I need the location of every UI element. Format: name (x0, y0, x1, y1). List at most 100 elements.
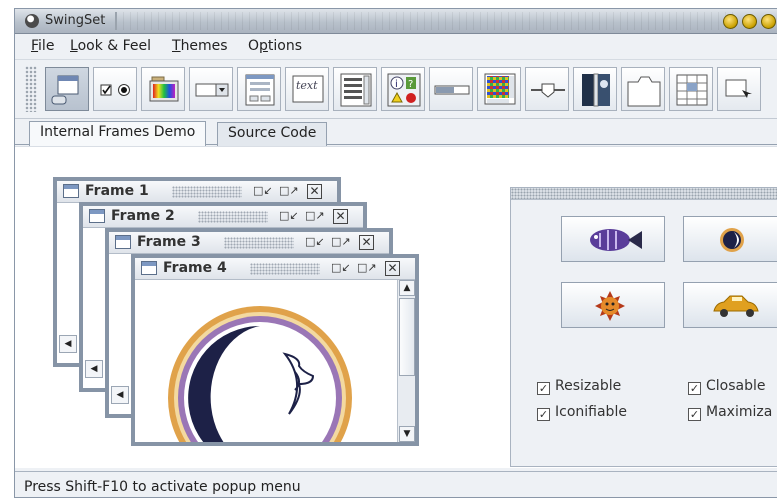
frame-icon (141, 261, 157, 275)
frame-2-title-bar[interactable]: Frame 2 □↙ □↗ ✕ (83, 206, 363, 228)
list-icon (340, 73, 372, 107)
title-bar-grip (115, 12, 735, 30)
internal-frames-desktop: Frame 1 □↙ □↗ ✕ ◀ Frame 2 □↙ □↗ ✕ ◀ Fram… (15, 146, 777, 468)
scroll-left-icon[interactable]: ◀ (59, 335, 77, 353)
closable-checkbox[interactable]: ✓ Closable (688, 378, 766, 395)
frame-4-title-bar[interactable]: Frame 4 □↙ □↗ ✕ (135, 258, 415, 280)
maximize-frame-icon[interactable]: □↗ (331, 235, 351, 250)
resizable-check-icon: ✓ (537, 382, 550, 395)
scroll-left-icon[interactable]: ◀ (85, 360, 103, 378)
close-frame-icon[interactable]: ✕ (385, 261, 400, 276)
closable-label: Closable (706, 378, 766, 394)
closable-check-icon: ✓ (688, 382, 701, 395)
menu-themes-label: hemes (180, 38, 228, 54)
frame-title-grip (198, 211, 268, 223)
tooltip-demo-button[interactable] (717, 67, 761, 111)
iconify-icon[interactable]: □↙ (331, 261, 351, 276)
frame-4-title: Frame 4 (163, 260, 227, 276)
editor-pane-demo-button[interactable]: text (285, 67, 329, 111)
frame-icon (63, 184, 79, 198)
menu-themes[interactable]: Themes (172, 38, 228, 54)
close-frame-icon[interactable]: ✕ (333, 209, 348, 224)
maximize-icon[interactable] (742, 14, 757, 29)
frame-title-grip (224, 237, 294, 249)
frame-4-vertical-scrollbar[interactable]: ▲ ▼ (397, 280, 415, 442)
maximizable-check-icon: ✓ (688, 408, 701, 421)
svg-text:i: i (395, 79, 398, 90)
create-moon-frame-button[interactable] (683, 216, 777, 262)
taxi-icon (713, 295, 759, 317)
scroll-up-icon[interactable]: ▲ (399, 280, 415, 296)
internal-frame-icon (51, 75, 79, 105)
menu-look-and-feel[interactable]: Look & Feel (70, 38, 151, 54)
frame-title-grip (172, 186, 242, 198)
tab-source-code[interactable]: Source Code (217, 122, 328, 146)
status-bar: Press Shift-F10 to activate popup menu (15, 471, 777, 497)
combobox-demo-button[interactable] (189, 67, 233, 111)
create-fish-frame-button[interactable] (561, 216, 665, 262)
menu-options[interactable]: Options (248, 38, 302, 54)
split-pane-demo-button[interactable] (573, 67, 617, 111)
tab-internal-frames-demo[interactable]: Internal Frames Demo (29, 121, 207, 146)
maximize-frame-icon[interactable]: □↗ (357, 261, 377, 276)
scroll-thumb[interactable] (399, 298, 415, 376)
swingset-window: SwingSet File Look & Feel Themes Options (14, 8, 777, 498)
color-chooser-demo-button[interactable] (141, 67, 185, 111)
maximize-frame-icon[interactable]: □↗ (305, 209, 325, 224)
text-editor-icon: text (292, 75, 324, 103)
combobox-icon (195, 83, 229, 97)
sun-icon (595, 291, 625, 321)
svg-text:?: ? (408, 79, 413, 90)
color-chooser-icon (149, 76, 179, 102)
resizable-label: Resizable (555, 378, 622, 394)
create-sun-frame-button[interactable] (561, 282, 665, 328)
resizable-checkbox[interactable]: ✓ Resizable (537, 378, 621, 395)
menu-file[interactable]: File (31, 38, 54, 54)
scroll-pane-icon (484, 73, 516, 105)
progress-bar-demo-button[interactable] (429, 67, 473, 111)
minimize-icon[interactable] (723, 14, 738, 29)
menu-options-mnemonic: p (259, 38, 268, 54)
list-demo-button[interactable] (333, 67, 377, 111)
toolbar-grip[interactable] (25, 66, 37, 112)
title-bar[interactable]: SwingSet (15, 9, 777, 34)
tooltip-icon (725, 79, 752, 98)
menu-look-and-feel-mnemonic: L (70, 38, 78, 54)
iconifiable-checkbox[interactable]: ✓ Iconifiable (537, 404, 627, 421)
menu-themes-mnemonic: T (172, 38, 181, 54)
radio-button-demo-button[interactable] (93, 67, 137, 111)
frame-1-title-bar[interactable]: Frame 1 □↙ □↗ ✕ (57, 181, 337, 203)
tabbed-pane-demo-button[interactable] (621, 67, 665, 111)
frame-creation-panel: ✓ Resizable ✓ Closable ✓ Iconifiable ✓ Maxim… (510, 187, 777, 467)
frame-icon (115, 235, 131, 249)
file-chooser-demo-button[interactable] (237, 67, 281, 111)
close-icon[interactable] (761, 14, 776, 29)
iconifiable-check-icon: ✓ (537, 408, 550, 421)
slider-demo-button[interactable] (525, 67, 569, 111)
table-demo-button[interactable] (669, 67, 713, 111)
menu-file-mnemonic: F (31, 38, 39, 54)
scroll-left-icon[interactable]: ◀ (111, 386, 129, 404)
scroll-down-icon[interactable]: ▼ (399, 426, 415, 442)
checkbox-radio-icon (100, 84, 130, 96)
maximizable-label: Maximiza (706, 404, 773, 420)
iconify-icon[interactable]: □↙ (305, 235, 325, 250)
option-pane-demo-button[interactable]: i ? (381, 67, 425, 111)
demo-toolbar: text i ? (15, 59, 777, 119)
iconify-icon[interactable]: □↙ (279, 209, 299, 224)
close-frame-icon[interactable]: ✕ (359, 235, 374, 250)
internal-frame-4[interactable]: Frame 4 □↙ □↗ ✕ ▲ ▼ (131, 254, 419, 446)
frame-3-title-bar[interactable]: Frame 3 □↙ □↗ ✕ (109, 232, 389, 254)
file-chooser-icon (245, 74, 275, 106)
menu-bar: File Look & Feel Themes Options (15, 35, 777, 59)
maximizable-checkbox[interactable]: ✓ Maximiza (688, 404, 772, 421)
split-pane-icon (582, 73, 610, 107)
fish-icon (590, 229, 642, 251)
maximize-frame-icon[interactable]: □↗ (279, 184, 299, 199)
create-car-frame-button[interactable] (683, 282, 777, 328)
internal-frame-demo-button[interactable] (45, 67, 89, 111)
close-frame-icon[interactable]: ✕ (307, 184, 322, 199)
frame-title-grip (250, 263, 320, 275)
iconify-icon[interactable]: □↙ (253, 184, 273, 199)
scroll-pane-demo-button[interactable] (477, 67, 521, 111)
